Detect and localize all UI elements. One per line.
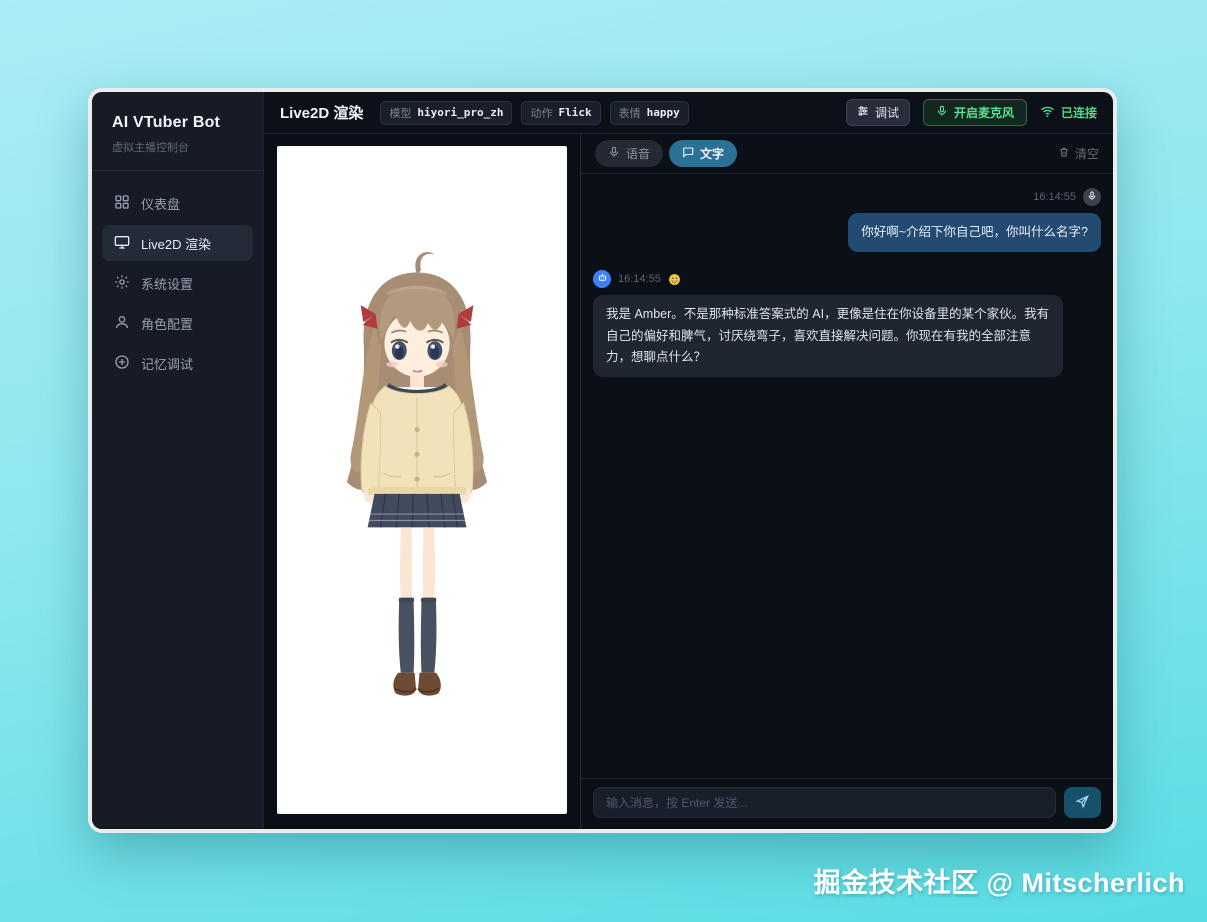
clear-chat-button[interactable]: 清空 bbox=[1058, 145, 1099, 162]
sidebar-item-dashboard[interactable]: 仪表盘 bbox=[102, 185, 253, 221]
motion-badge: 动作 Flick bbox=[521, 101, 600, 125]
live2d-character bbox=[277, 146, 567, 814]
message-bubble: 你好啊~介绍下你自己吧，你叫什么名字? bbox=[848, 213, 1101, 252]
sliders-icon bbox=[857, 105, 869, 120]
message-bubble: 我是 Amber。不是那种标准答案式的 AI，更像是住在你设备里的某个家伙。我有… bbox=[593, 295, 1063, 377]
sidebar-item-label: 仪表盘 bbox=[141, 194, 180, 213]
tab-text-label: 文字 bbox=[700, 145, 724, 162]
main-panel: Live2D 渲染 模型 hiyori_pro_zh 动作 Flick 表情 h… bbox=[264, 92, 1113, 829]
header-actions: 调试 开启麦克风 已连接 bbox=[846, 99, 1097, 126]
tab-voice[interactable]: 语音 bbox=[595, 140, 663, 167]
user-avatar bbox=[1083, 188, 1101, 206]
bot-avatar bbox=[593, 270, 611, 288]
message-time: 16:14:55 bbox=[1033, 191, 1076, 203]
clear-chat-label: 清空 bbox=[1075, 145, 1099, 162]
badge-value: hiyori_pro_zh bbox=[417, 106, 503, 119]
sidebar-item-label: 系统设置 bbox=[141, 274, 193, 293]
user-message: 16:14:55 你好啊~介绍下你自己吧，你叫什么名字? bbox=[593, 188, 1101, 252]
message-input[interactable] bbox=[593, 787, 1056, 818]
sidebar-item-character[interactable]: 角色配置 bbox=[102, 305, 253, 341]
app-window: AI VTuber Bot 虚拟主播控制台 仪表盘 Live2D 渲染 系统 bbox=[88, 88, 1117, 833]
bot-message: 16:14:55 我是 Amber。不是那种标准答案式的 AI，更像是住在你设备… bbox=[593, 270, 1101, 377]
chat-input-bar bbox=[581, 778, 1113, 829]
robot-icon bbox=[597, 272, 608, 286]
app-title: AI VTuber Bot bbox=[112, 114, 243, 132]
sidebar-item-settings[interactable]: 系统设置 bbox=[102, 265, 253, 301]
sidebar-item-label: Live2D 渲染 bbox=[141, 234, 211, 253]
watermark: 掘金技术社区 @ Mitscherlich bbox=[814, 861, 1185, 900]
mic-icon bbox=[1087, 191, 1097, 204]
sidebar-header: AI VTuber Bot 虚拟主播控制台 bbox=[92, 92, 263, 171]
model-badge: 模型 hiyori_pro_zh bbox=[380, 101, 512, 125]
message-time: 16:14:55 bbox=[618, 273, 661, 285]
user-icon bbox=[114, 314, 130, 333]
sidebar-menu: 仪表盘 Live2D 渲染 系统设置 角色配置 bbox=[92, 171, 263, 399]
wifi-icon bbox=[1040, 104, 1055, 122]
live2d-canvas[interactable] bbox=[277, 146, 567, 814]
sidebar-item-memory-debug[interactable]: 记忆调试 bbox=[102, 345, 253, 381]
sidebar-item-live2d[interactable]: Live2D 渲染 bbox=[102, 225, 253, 261]
mic-icon bbox=[936, 105, 948, 120]
live2d-stage bbox=[264, 134, 581, 829]
sidebar: AI VTuber Bot 虚拟主播控制台 仪表盘 Live2D 渲染 系统 bbox=[92, 92, 264, 829]
message-list[interactable]: 16:14:55 你好啊~介绍下你自己吧，你叫什么名字? bbox=[581, 174, 1113, 778]
chat-toolbar: 语音 文字 清空 bbox=[581, 134, 1113, 174]
tab-text[interactable]: 文字 bbox=[669, 140, 737, 167]
message-meta: 16:14:55 bbox=[593, 270, 681, 288]
debug-button[interactable]: 调试 bbox=[846, 99, 910, 126]
enable-mic-button-label: 开启麦克风 bbox=[954, 104, 1014, 121]
badge-label: 模型 bbox=[389, 105, 411, 121]
grinning-face-icon bbox=[668, 273, 681, 286]
app-subtitle: 虚拟主播控制台 bbox=[112, 139, 243, 155]
expression-badge: 表情 happy bbox=[610, 101, 689, 125]
page-title: Live2D 渲染 bbox=[280, 102, 363, 123]
paper-plane-icon bbox=[1075, 794, 1090, 812]
header: Live2D 渲染 模型 hiyori_pro_zh 动作 Flick 表情 h… bbox=[264, 92, 1113, 134]
sidebar-item-label: 记忆调试 bbox=[141, 354, 193, 373]
mic-icon bbox=[608, 146, 620, 161]
debug-button-label: 调试 bbox=[875, 104, 899, 121]
badge-value: happy bbox=[647, 106, 680, 119]
dashboard-icon bbox=[114, 194, 130, 213]
send-button[interactable] bbox=[1064, 787, 1101, 818]
message-meta: 16:14:55 bbox=[1033, 188, 1101, 206]
sidebar-item-label: 角色配置 bbox=[141, 314, 193, 333]
content-row: 语音 文字 清空 bbox=[264, 134, 1113, 829]
monitor-icon bbox=[114, 234, 130, 253]
trash-icon bbox=[1058, 146, 1070, 161]
tab-voice-label: 语音 bbox=[626, 145, 650, 162]
enable-mic-button[interactable]: 开启麦克风 bbox=[923, 99, 1027, 126]
connection-status-label: 已连接 bbox=[1061, 104, 1097, 121]
circle-plus-icon bbox=[114, 354, 130, 373]
chat-bubble-icon bbox=[682, 146, 694, 161]
chat-panel: 语音 文字 清空 bbox=[581, 134, 1113, 829]
connection-status: 已连接 bbox=[1040, 104, 1097, 122]
badge-label: 表情 bbox=[619, 105, 641, 121]
badge-value: Flick bbox=[558, 106, 591, 119]
gear-icon bbox=[114, 274, 130, 293]
badge-label: 动作 bbox=[530, 105, 552, 121]
